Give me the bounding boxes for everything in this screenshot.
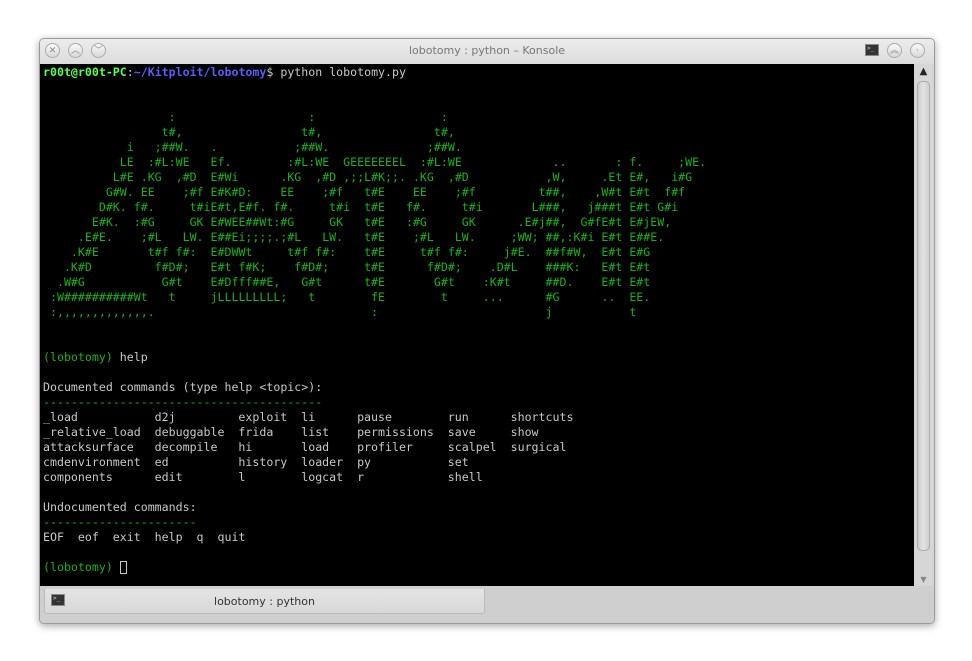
command-name: li	[301, 410, 316, 424]
command-name: profiler	[357, 440, 413, 454]
text-cursor	[119, 561, 127, 574]
scroll-down-icon[interactable]: ▼	[914, 575, 933, 584]
scrollbar-thumb[interactable]	[917, 81, 930, 551]
ascii-art-line: :W##########Wt t jLLLLLLLLL; t fE t ... …	[43, 290, 651, 304]
command-name: cmdenvironment	[43, 455, 141, 469]
ascii-art-line: .K#D f#D#; E#t f#K; f#D#; t#E f#D#; .D#L…	[43, 260, 651, 274]
title-bar[interactable]: ✕ ︿ ﹀ lobotomy : python – Konsole >_ ︽ ·	[40, 39, 934, 64]
command-name: shortcuts	[510, 410, 574, 424]
command-name: loader	[301, 455, 344, 469]
ascii-art-line: : : :	[43, 110, 448, 124]
command-name: decompile	[154, 440, 218, 454]
ascii-art-line: i ;##W. . ;##W. ;##W.	[43, 140, 462, 154]
command-name: exploit	[238, 410, 288, 424]
command-name: edit	[154, 470, 183, 484]
command-row: _load d2j exploit li pause run shortcuts	[43, 410, 706, 425]
command-name: surgical	[510, 440, 567, 454]
documented-header: Documented commands (type help <topic>):	[43, 380, 323, 394]
window-title: lobotomy : python – Konsole	[408, 44, 566, 57]
command-name: run	[447, 410, 469, 424]
command-name: pause	[357, 410, 392, 424]
command-name: shell	[447, 470, 483, 484]
prompt-path: ~/Kitploit/lobotomy	[133, 65, 267, 79]
ascii-art-line: E#K. :#G GK E#WEE##Wt:#G GK t#E :#G GK .…	[43, 215, 672, 229]
vertical-scrollbar[interactable]: ▲ ▼	[914, 64, 933, 586]
command-name: debuggable	[154, 425, 225, 439]
documented-rule: ----------------------------------------	[43, 395, 323, 409]
command-row: cmdenvironment ed history loader py set	[43, 455, 706, 470]
prompt-command: $ python lobotomy.py	[266, 65, 406, 79]
undocumented-commands: EOF eof exit help q quit	[43, 530, 246, 544]
ascii-art-line: .W#G G#t E#Dfff##E, G#t t#E G#t :K#t ##D…	[43, 275, 651, 289]
command-name: hi	[238, 440, 253, 454]
command-name: scalpel	[447, 440, 497, 454]
command-name: py	[357, 455, 372, 469]
command-row: _relative_load debuggable frida list permiss…	[43, 425, 706, 440]
konsole-window: ✕ ︿ ﹀ lobotomy : python – Konsole >_ ︽ ·…	[39, 38, 935, 624]
input-prompt-line[interactable]: (lobotomy)	[43, 560, 706, 575]
ascii-art-line: :,,,,,,,,,,,,,. : j t	[43, 305, 637, 319]
terminal-output[interactable]: r00t@r00t-PC:~/Kitploit/lobotomy$ python…	[40, 64, 914, 586]
command-name: frida	[238, 425, 274, 439]
command-name: load	[301, 440, 330, 454]
ascii-art-banner: : : : t#, t#, t#, i ;##W. . ;##W. ;##W. …	[43, 110, 706, 320]
ascii-art-line: .E#E. ;#L LW. E##Ei;;;;.;#L LW. t#E ;#L …	[43, 230, 665, 244]
command-name: _load	[43, 410, 78, 424]
terminal-app-icon[interactable]: >_	[865, 44, 879, 56]
repl-prompt: (lobotomy)	[43, 350, 113, 364]
command-name: ed	[154, 455, 169, 469]
command-name: logcat	[301, 470, 344, 484]
help-command-line: (lobotomy) help	[43, 350, 706, 365]
tab-bar: >_ lobotomy : python	[40, 586, 934, 623]
keep-above-icon[interactable]: ︽	[887, 43, 902, 58]
command-name: d2j	[154, 410, 176, 424]
tab-label: lobotomy : python	[214, 595, 315, 608]
command-name: list	[301, 425, 330, 439]
command-name: set	[447, 455, 469, 469]
ascii-art-line: .K#E t#f f#: E#DWWt t#f f#: t#E t#f f#: …	[43, 245, 651, 259]
command-name: save	[447, 425, 476, 439]
command-name: permissions	[357, 425, 434, 439]
command-row: components edit l logcat r shell	[43, 470, 706, 485]
undocumented-header: Undocumented commands:	[43, 500, 197, 514]
ascii-art-line: t#, t#, t#,	[43, 125, 455, 139]
command-row: attacksurface decompile hi load profiler scal…	[43, 440, 706, 455]
typed-command: help	[112, 350, 148, 364]
scroll-up-icon[interactable]: ▲	[914, 66, 933, 77]
command-name: components	[43, 470, 113, 484]
ascii-art-line: LE :#L:WE Ef. :#L:WE GEEEEEEEL :#L:WE ..…	[43, 155, 707, 169]
ascii-art-line: L#E .KG ,#D E#Wi .KG ,#D ,;;L#K;;. .KG ,…	[43, 170, 693, 184]
command-name: show	[510, 425, 539, 439]
tab-lobotomy-python[interactable]: >_ lobotomy : python	[44, 589, 485, 614]
command-name: attacksurface	[43, 440, 134, 454]
command-name: _relative_load	[43, 425, 141, 439]
repl-prompt: (lobotomy)	[43, 560, 113, 574]
prompt-user: r00t@r00t-PC	[43, 65, 127, 79]
command-name: l	[238, 470, 246, 484]
shell-prompt-line: r00t@r00t-PC:~/Kitploit/lobotomy$ python…	[43, 65, 706, 80]
undocumented-rule: ----------------------	[43, 515, 197, 529]
ascii-art-line: D#K. f#. t#iE#t,E#f. f#. t#i t#E f#. t#i…	[43, 200, 679, 214]
documented-commands-table: _load d2j exploit li pause run shortcuts _relat…	[43, 410, 706, 485]
command-name: history	[238, 455, 288, 469]
shade-icon[interactable]: ·	[910, 43, 925, 58]
ascii-art-line: G#W. EE ;#f E#K#D: EE ;#f t#E EE ;#f t##…	[43, 185, 686, 199]
prompt-separator: :	[126, 65, 134, 79]
command-name: r	[357, 470, 365, 484]
